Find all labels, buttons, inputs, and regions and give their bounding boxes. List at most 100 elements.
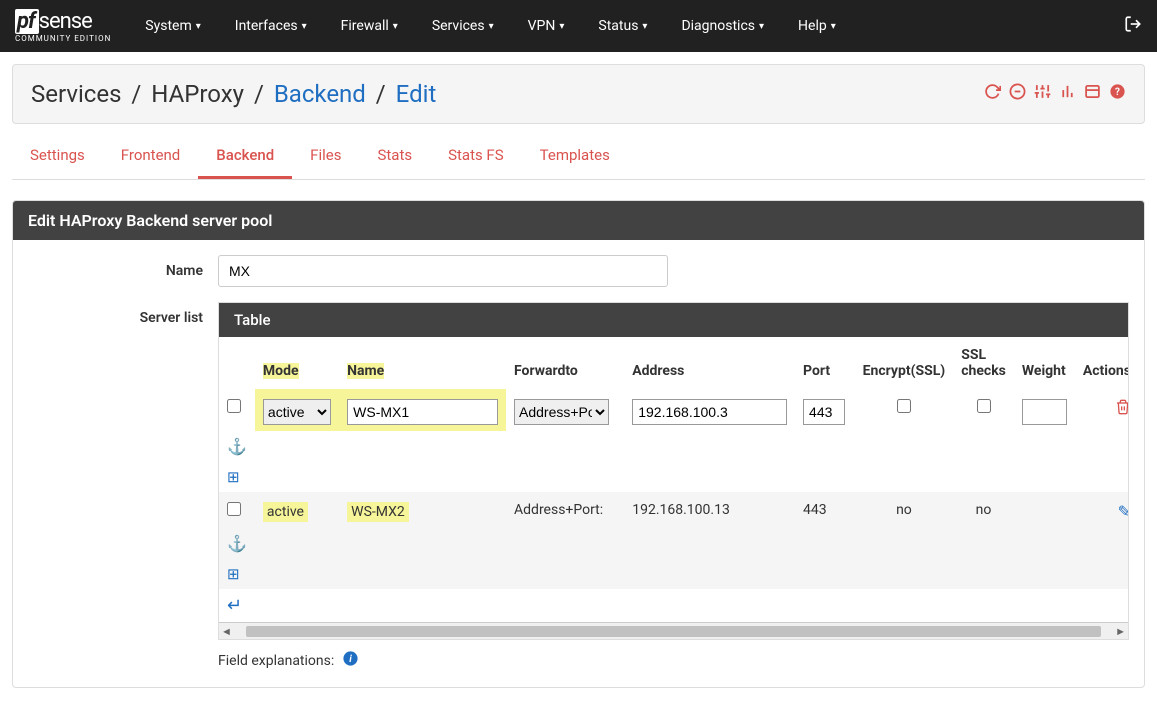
th-sslchecks: SSL checks [953, 337, 1014, 389]
caret-icon: ▾ [559, 21, 564, 32]
name-input[interactable] [218, 255, 668, 287]
tabs: Settings Frontend Backend Files Stats St… [12, 134, 1145, 180]
weight-value [1014, 492, 1075, 528]
table-row-add: ⊞ [219, 462, 1128, 492]
nav-system[interactable]: System▾ [131, 10, 214, 42]
th-weight: Weight [1014, 337, 1075, 389]
arrow-down-icon[interactable]: ↵ [227, 595, 242, 616]
logout-icon[interactable] [1124, 15, 1142, 38]
caret-icon: ▾ [302, 21, 307, 32]
tab-backend[interactable]: Backend [198, 134, 292, 179]
nav-help[interactable]: Help▾ [784, 10, 850, 42]
plus-icon[interactable]: ⊞ [227, 565, 240, 583]
table-row: active WS-MX2 Address+Port: 192.168.100.… [219, 492, 1128, 528]
caret-icon: ▾ [393, 21, 398, 32]
bc-haproxy[interactable]: HAProxy [151, 80, 244, 108]
encrypt-checkbox[interactable] [897, 399, 911, 413]
address-input[interactable] [632, 399, 787, 425]
bc-backend[interactable]: Backend [274, 80, 366, 108]
scroll-left-icon[interactable]: ◄ [221, 625, 232, 638]
th-name: Name [347, 363, 384, 379]
tab-stats[interactable]: Stats [359, 134, 430, 179]
th-encrypt: Encrypt(SSL) [855, 337, 954, 389]
scroll-thumb[interactable] [246, 626, 1101, 637]
th-port: Port [795, 337, 855, 389]
th-mode: Mode [263, 363, 299, 379]
panel-title: Edit HAProxy Backend server pool [13, 201, 1144, 240]
caret-icon: ▾ [642, 21, 647, 32]
field-explanations: Field explanations: i [218, 640, 1129, 672]
tab-settings[interactable]: Settings [12, 134, 103, 179]
nav-status[interactable]: Status▾ [584, 10, 661, 42]
port-value: 443 [795, 492, 855, 528]
nav-firewall[interactable]: Firewall▾ [327, 10, 412, 42]
sslchecks-value: no [953, 492, 1014, 528]
row-select-checkbox[interactable] [227, 399, 241, 413]
plus-icon[interactable]: ⊞ [227, 468, 240, 486]
th-address: Address [624, 337, 795, 389]
forwardto-select[interactable]: Address+Port: [514, 399, 609, 425]
caret-icon: ▾ [759, 21, 764, 32]
stop-icon[interactable] [1009, 83, 1026, 105]
bc-edit[interactable]: Edit [396, 80, 437, 108]
nav-services[interactable]: Services▾ [418, 10, 508, 42]
tab-files[interactable]: Files [292, 134, 359, 179]
row-name-input[interactable] [347, 399, 498, 425]
port-input[interactable] [803, 399, 845, 425]
server-table-panel: Table Mode Name Forwardto Address [218, 302, 1129, 640]
caret-icon: ▾ [489, 21, 494, 32]
tab-templates[interactable]: Templates [522, 134, 628, 179]
stats-icon[interactable] [1059, 83, 1076, 105]
anchor-icon[interactable]: ⚓ [227, 437, 247, 456]
top-navbar: pfsense COMMUNITY EDITION System▾ Interf… [0, 0, 1157, 52]
nav-interfaces[interactable]: Interfaces▾ [221, 10, 321, 42]
anchor-icon[interactable]: ⚓ [227, 534, 247, 553]
sslchecks-checkbox[interactable] [977, 399, 991, 413]
row-name-value: WS-MX2 [347, 502, 409, 522]
table-row-add: ⊞ [219, 559, 1128, 589]
table-row: active Address+Port: [219, 389, 1128, 431]
logo-main: pfsense [15, 9, 92, 34]
svg-text:?: ? [1115, 87, 1120, 98]
service-status-icons: ? [984, 83, 1126, 105]
table-row-anchor: ⚓ [219, 431, 1128, 462]
table-title: Table [219, 303, 1128, 337]
bc-services[interactable]: Services [31, 80, 121, 108]
help-icon[interactable]: ? [1109, 83, 1126, 105]
trash-icon[interactable] [1115, 400, 1128, 419]
info-icon[interactable]: i [342, 650, 359, 672]
caret-icon: ▾ [196, 21, 201, 32]
server-list-label: Server list [28, 302, 218, 326]
svg-text:i: i [349, 654, 352, 665]
weight-input[interactable] [1022, 399, 1067, 425]
row-select-checkbox[interactable] [227, 502, 241, 516]
nav-vpn[interactable]: VPN▾ [514, 10, 579, 42]
th-forwardto: Forwardto [506, 337, 624, 389]
forwardto-value: Address+Port: [506, 492, 624, 528]
nav-diagnostics[interactable]: Diagnostics▾ [667, 10, 778, 42]
name-label: Name [28, 263, 218, 279]
address-value: 192.168.100.13 [624, 492, 795, 528]
th-actions: Actions [1075, 337, 1128, 389]
nav-items: System▾ Interfaces▾ Firewall▾ Services▾ … [131, 10, 1124, 42]
mode-value: active [263, 502, 308, 522]
tab-frontend[interactable]: Frontend [103, 134, 198, 179]
table-footer-row: ↵ [219, 589, 1128, 622]
settings-icon[interactable] [1034, 83, 1051, 105]
scroll-right-icon[interactable]: ► [1115, 625, 1126, 638]
backend-panel: Edit HAProxy Backend server pool Name Se… [12, 200, 1145, 688]
pencil-icon[interactable]: ✎ [1118, 502, 1128, 521]
restart-icon[interactable] [984, 83, 1001, 105]
encrypt-value: no [855, 492, 954, 528]
caret-icon: ▾ [831, 21, 836, 32]
logo-subtitle: COMMUNITY EDITION [15, 34, 111, 43]
logo[interactable]: pfsense COMMUNITY EDITION [15, 9, 111, 43]
table-row-anchor: ⚓ [219, 528, 1128, 559]
page-header: Services / HAProxy / Backend / Edit ? [12, 64, 1145, 124]
server-table: Mode Name Forwardto Address Port Encrypt… [219, 337, 1128, 622]
log-icon[interactable] [1084, 83, 1101, 105]
tab-statsfs[interactable]: Stats FS [430, 134, 522, 179]
horizontal-scrollbar[interactable]: ◄ ► [219, 622, 1128, 639]
breadcrumb: Services / HAProxy / Backend / Edit [31, 80, 436, 108]
mode-select[interactable]: active [263, 399, 331, 425]
